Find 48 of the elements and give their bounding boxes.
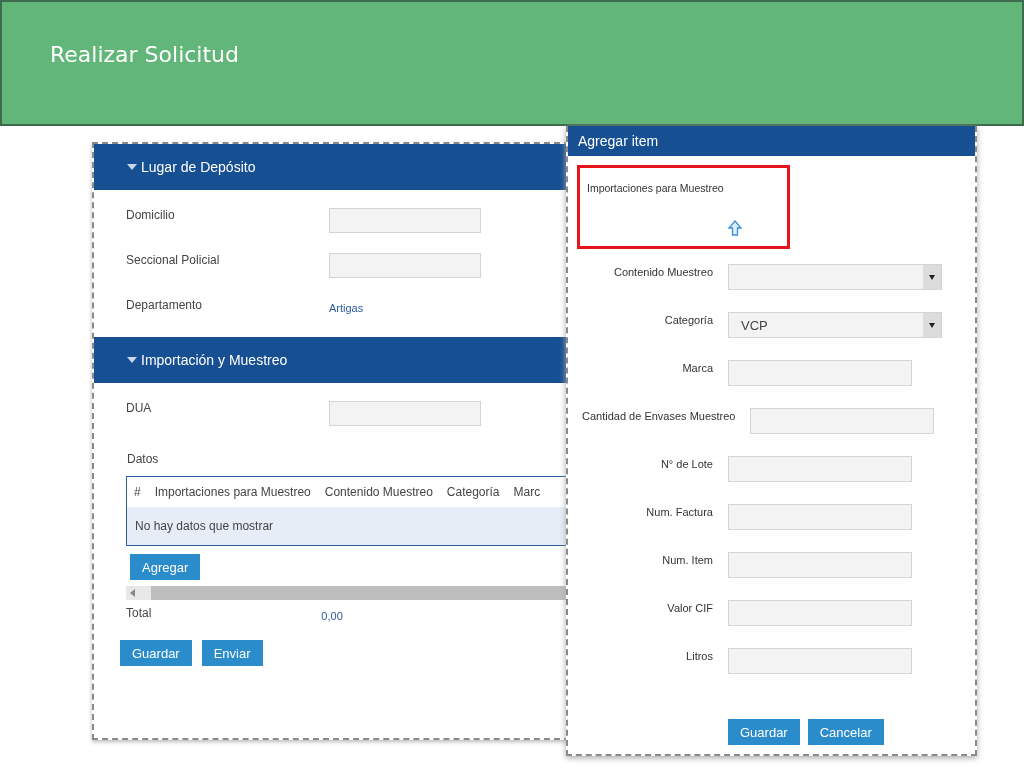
column-header: Importaciones para Muestreo [147, 476, 318, 507]
text-field[interactable] [728, 648, 912, 674]
text-field[interactable] [728, 552, 912, 578]
field-label: Valor CIF [666, 601, 713, 614]
dialog-title: Agregar item [578, 133, 659, 149]
field-label: Marca [681, 361, 713, 374]
save-button[interactable]: Guardar [120, 640, 192, 666]
add-button[interactable]: Agregar [130, 554, 201, 580]
text-field[interactable] [728, 600, 912, 626]
text-field[interactable] [728, 456, 912, 482]
scroll-left-icon[interactable] [130, 589, 135, 597]
upload-area[interactable]: Importaciones para Muestreo [577, 165, 790, 249]
cancel-button[interactable]: Cancelar [807, 719, 884, 745]
column-header: Contenido Muestreo [317, 476, 440, 507]
dropdown[interactable]: VCP [728, 312, 942, 338]
field-label: N° de Lote [659, 457, 713, 470]
text-field[interactable] [329, 253, 481, 278]
text-field[interactable] [728, 504, 912, 530]
field-label: Departamento [126, 298, 204, 312]
triangle-down-icon [127, 356, 137, 364]
send-button[interactable]: Enviar [201, 640, 263, 666]
slide-title: Realizar Solicitud [50, 42, 239, 67]
field-label: Num. Item [661, 553, 713, 566]
total-value: 0,00 [321, 609, 343, 622]
total-label: Total [126, 606, 152, 622]
text-field[interactable] [750, 408, 935, 434]
upload-arrow-icon[interactable] [728, 220, 742, 236]
text-field[interactable] [728, 360, 912, 386]
field-label: Categoría [663, 313, 713, 326]
dropdown-caret-icon [929, 274, 935, 280]
table-label: Datos [127, 452, 160, 466]
dropdown-caret-icon [929, 322, 935, 328]
save-button[interactable]: Guardar [728, 719, 800, 745]
field-label: Cantidad de Envases Muestreo [581, 409, 736, 422]
department-value: Artigas [329, 301, 364, 314]
field-label: DUA [126, 401, 153, 415]
dropdown[interactable] [728, 264, 942, 290]
field-label: Litros [685, 649, 713, 662]
triangle-down-icon [127, 163, 137, 171]
field-label: Seccional Policial [126, 253, 221, 267]
field-label: Domicilio [126, 208, 176, 222]
column-header: # [126, 476, 148, 507]
column-header: Categoría [439, 476, 507, 507]
field-label: Num. Factura [645, 505, 713, 518]
text-field[interactable] [329, 401, 481, 426]
upload-label: Importaciones para Muestreo [587, 182, 724, 194]
text-field[interactable] [329, 208, 481, 233]
field-label: Contenido Muestreo [612, 265, 713, 278]
